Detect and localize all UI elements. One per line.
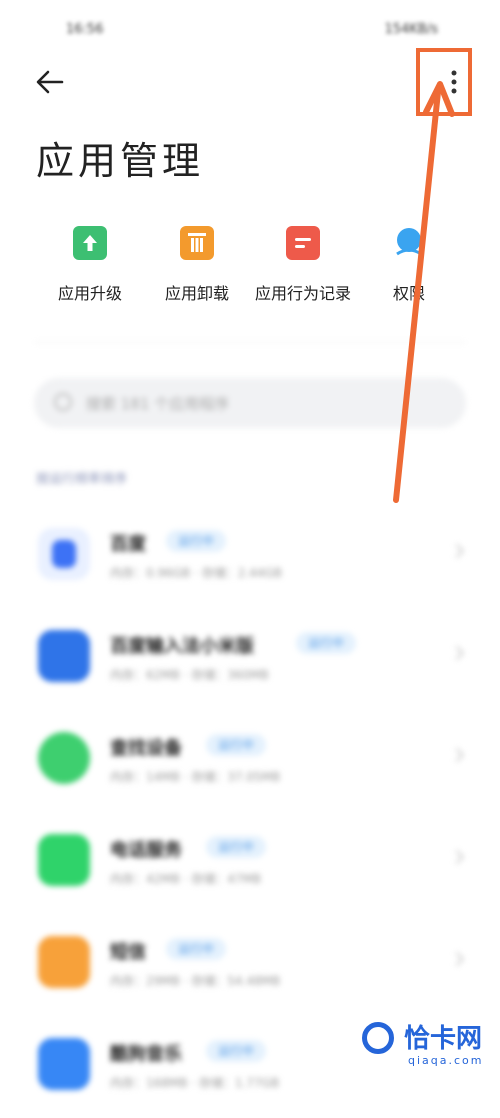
app-row[interactable]: 电话服务 运行中 内存：42MB · 存储：47MB	[0, 812, 500, 914]
keyboard-app-icon	[38, 630, 90, 682]
chevron-right-icon	[449, 747, 465, 763]
app-name: 查找设备	[110, 738, 182, 759]
app-name: 短信	[110, 942, 146, 963]
app-row[interactable]: 百度输入法小米版 运行中 内存：62MB · 存储：360MB	[0, 608, 500, 710]
status-badge: 运行中	[206, 1040, 267, 1062]
trash-icon	[180, 226, 214, 260]
watermark-logo-icon	[362, 1022, 394, 1054]
status-badge: 运行中	[206, 836, 267, 858]
tool-app-behavior-record[interactable]: 应用行为记录	[248, 226, 358, 304]
app-name: 百度输入法小米版	[110, 636, 254, 657]
app-name: 电话服务	[110, 840, 182, 861]
app-meta: 内存：42MB · 存储：47MB	[110, 872, 262, 886]
divider	[34, 342, 466, 343]
baidu-app-icon	[38, 528, 90, 580]
app-meta: 内存：168MB · 存储：1.77GB	[110, 1076, 280, 1090]
chevron-right-icon	[449, 951, 465, 967]
chevron-right-icon	[449, 849, 465, 865]
app-meta: 内存：62MB · 存储：360MB	[110, 668, 269, 682]
app-row[interactable]: 短信 运行中 内存：29MB · 存储：54.48MB	[0, 914, 500, 1016]
status-time: 16:56	[66, 22, 104, 37]
app-meta: 内存：14MB · 存储：37.05MB	[110, 770, 281, 784]
watermark: 恰卡网 qiaqa.com	[352, 1012, 498, 1084]
upgrade-icon	[73, 226, 107, 260]
kugou-app-icon	[38, 1038, 90, 1090]
app-row[interactable]: 百度 运行中 内存：0.96GB · 存储：2.44GB	[0, 506, 500, 608]
app-list-area: 搜索 181 个应用程序 按运行频率排序 百度 运行中 内存：0.96GB · …	[0, 330, 500, 1090]
status-network: 154KB/s	[384, 22, 438, 37]
back-button[interactable]	[34, 66, 66, 98]
search-bar[interactable]: 搜索 181 个应用程序	[34, 378, 466, 428]
search-icon	[54, 393, 72, 411]
status-badge: 运行中	[206, 734, 267, 756]
tool-label: 应用升级	[57, 284, 122, 303]
annotation-highlight-box	[416, 48, 472, 116]
page-title: 应用管理	[36, 139, 205, 183]
status-bar: 16:56 154KB/s	[0, 18, 500, 46]
status-badge: 运行中	[296, 632, 357, 654]
tool-app-uninstall[interactable]: 应用卸载	[142, 226, 252, 304]
messages-app-icon	[38, 936, 90, 988]
app-row[interactable]: 查找设备 运行中 内存：14MB · 存储：37.05MB	[0, 710, 500, 812]
app-meta: 内存：0.96GB · 存储：2.44GB	[110, 566, 282, 580]
tool-app-upgrade[interactable]: 应用升级	[35, 226, 145, 304]
watermark-domain: qiaqa.com	[408, 1054, 484, 1067]
search-placeholder: 搜索 181 个应用程序	[86, 395, 230, 413]
app-meta: 内存：29MB · 存储：54.48MB	[110, 974, 281, 988]
app-name: 百度	[110, 534, 146, 555]
app-name: 酷狗音乐	[110, 1044, 182, 1065]
tool-permissions[interactable]: 权限	[354, 226, 464, 304]
watermark-name: 恰卡网	[404, 1024, 483, 1054]
status-badge: 运行中	[166, 938, 227, 960]
chevron-right-icon	[449, 543, 465, 559]
tool-label: 应用卸载	[164, 284, 229, 303]
arrow-left-icon	[36, 70, 64, 94]
find-device-app-icon	[38, 732, 90, 784]
tool-label: 应用行为记录	[254, 284, 351, 303]
tool-label: 权限	[392, 284, 425, 303]
sort-selector[interactable]: 按运行频率排序	[36, 468, 127, 487]
record-icon	[286, 226, 320, 260]
chevron-right-icon	[449, 645, 465, 661]
phone-app-icon	[38, 834, 90, 886]
permission-icon	[392, 226, 426, 260]
status-badge: 运行中	[166, 530, 227, 552]
